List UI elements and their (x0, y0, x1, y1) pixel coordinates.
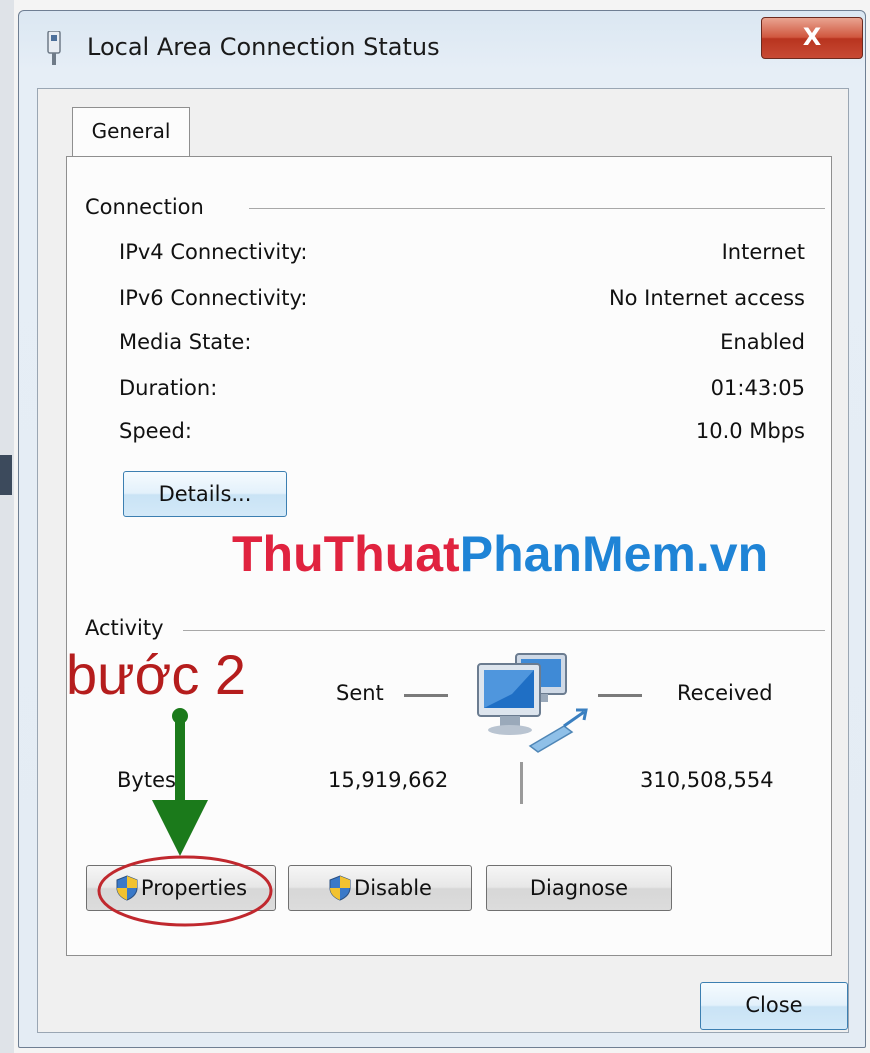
close-window-button[interactable]: X (761, 17, 863, 59)
ipv4-value: Internet (721, 240, 805, 264)
background-mark (0, 455, 12, 495)
media-state-label: Media State: (119, 330, 252, 354)
bytes-label: Bytes (117, 768, 176, 792)
properties-button-label: Properties (140, 876, 248, 900)
connection-group-line (249, 208, 825, 209)
ipv4-label: IPv4 Connectivity: (119, 240, 308, 264)
duration-value: 01:43:05 (710, 376, 805, 400)
connection-group-label: Connection (85, 195, 208, 219)
details-button[interactable]: Details... (123, 471, 287, 517)
watermark: ThuThuatPhanMem.vn (232, 525, 768, 583)
network-adapter-icon (47, 31, 61, 65)
activity-group-line (183, 630, 825, 631)
received-label: Received (677, 681, 773, 705)
background-desktop (0, 0, 14, 1053)
bytes-divider (520, 762, 523, 804)
received-separator (598, 694, 642, 697)
window-title: Local Area Connection Status (87, 33, 440, 61)
watermark-part1: ThuThuat (232, 526, 460, 582)
uac-shield-icon (329, 875, 351, 901)
step-annotation-label: bước 2 (66, 643, 247, 706)
speed-value: 10.0 Mbps (695, 419, 805, 443)
title-bar[interactable]: Local Area Connection Status X (19, 11, 865, 81)
uac-shield-icon (116, 875, 138, 901)
bytes-sent-value: 15,919,662 (328, 768, 449, 792)
properties-button[interactable]: Properties (86, 865, 276, 911)
speed-label: Speed: (119, 419, 192, 443)
tab-general[interactable]: General (72, 107, 190, 157)
bytes-received-value: 310,508,554 (640, 768, 774, 792)
activity-group-label: Activity (85, 616, 168, 640)
sent-separator (404, 694, 448, 697)
watermark-part2: PhanMem.vn (459, 526, 769, 582)
duration-label: Duration: (119, 376, 218, 400)
ipv6-value: No Internet access (608, 286, 805, 310)
network-computers-icon (477, 653, 588, 753)
sent-label: Sent (336, 681, 384, 705)
diagnose-button[interactable]: Diagnose (486, 865, 672, 911)
disable-button-label: Disable (354, 876, 432, 900)
disable-button[interactable]: Disable (288, 865, 472, 911)
close-button[interactable]: Close (700, 982, 848, 1030)
media-state-value: Enabled (720, 330, 805, 354)
ipv6-label: IPv6 Connectivity: (119, 286, 308, 310)
